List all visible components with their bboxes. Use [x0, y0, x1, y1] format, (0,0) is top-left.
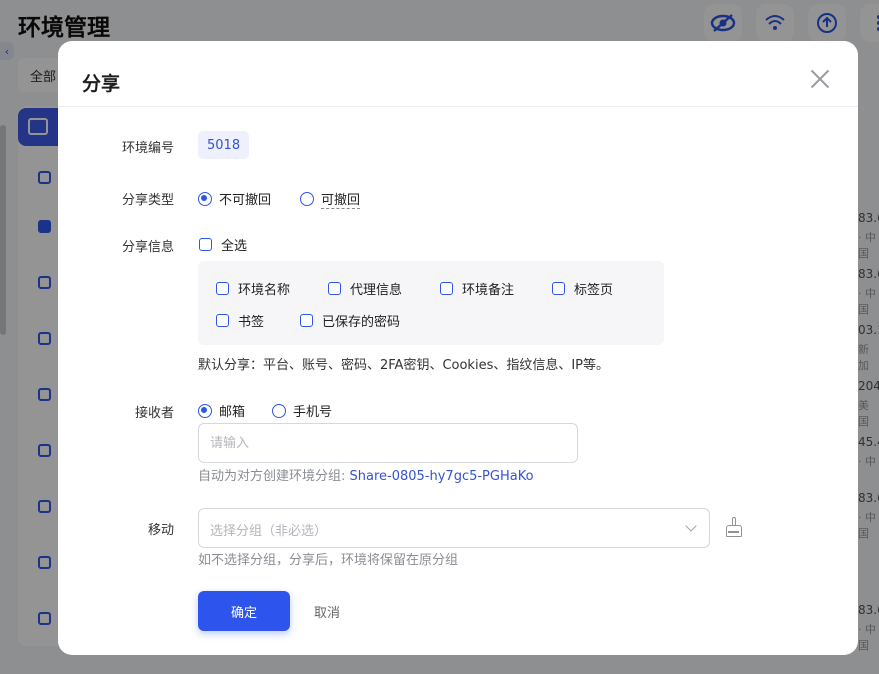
- env-id-label: 环境编号: [121, 141, 174, 156]
- checkbox-icon: [440, 282, 453, 295]
- checkbox-icon: [199, 238, 212, 251]
- radio-unselected-icon: [272, 403, 286, 418]
- env-remark-checkbox[interactable]: 环境备注: [440, 279, 514, 298]
- radio-selected-icon: [198, 403, 212, 418]
- move-hint: 如不选择分组，分享后，环境将保留在原分组: [198, 553, 459, 568]
- radio-label: 不可撤回: [219, 193, 272, 208]
- move-label: 移动: [147, 523, 174, 538]
- checkbox-icon: [328, 282, 341, 295]
- chevron-down-icon: [685, 520, 697, 532]
- group-select-placeholder: 选择分组（非必选）: [210, 524, 328, 539]
- default-share-hint: 默认分享：平台、账号、密码、2FA密钥、Cookies、指纹信息、IP等。: [198, 358, 610, 373]
- select-all-checkbox[interactable]: 全选: [199, 235, 247, 254]
- radio-label: 可撤回: [321, 189, 361, 209]
- close-icon[interactable]: [810, 69, 830, 89]
- radio-selected-icon: [198, 191, 212, 206]
- receiver-input[interactable]: [198, 423, 578, 463]
- checkbox-label: 书签: [238, 315, 265, 330]
- auto-group-name: Share-0805-hy7gc5-PGHaKo: [349, 469, 534, 484]
- radio-unselected-icon: [300, 192, 314, 206]
- env-name-checkbox[interactable]: 环境名称: [216, 279, 290, 298]
- cancel-button[interactable]: 取消: [314, 602, 340, 621]
- confirm-button[interactable]: 确定: [198, 591, 290, 631]
- receiver-phone-radio[interactable]: 手机号: [272, 401, 332, 420]
- env-id-value: 5018: [198, 131, 250, 159]
- share-type-irrevocable-radio[interactable]: 不可撤回: [198, 189, 271, 208]
- dialog-header: 分享: [58, 41, 858, 107]
- share-info-options: [198, 261, 664, 345]
- saved-passwords-checkbox[interactable]: 已保存的密码: [300, 311, 400, 330]
- auto-group-hint: 自动为对方创建环境分组: Share-0805-hy7gc5-PGHaKo: [198, 465, 534, 484]
- checkbox-icon: [216, 282, 229, 295]
- dialog-title: 分享: [82, 73, 121, 95]
- bookmarks-checkbox[interactable]: 书签: [216, 311, 264, 330]
- share-info-label: 分享信息: [121, 240, 174, 255]
- checkbox-icon: [216, 314, 229, 327]
- checkbox-label: 标签页: [574, 283, 614, 298]
- radio-label: 手机号: [293, 405, 333, 420]
- share-type-revocable-radio[interactable]: 可撤回: [300, 189, 361, 209]
- clear-brush-icon[interactable]: [724, 516, 744, 538]
- share-type-label: 分享类型: [121, 193, 174, 208]
- checkbox-label: 已保存的密码: [322, 315, 401, 330]
- share-dialog: 分享 环境编号 5018 分享类型 不可撤回 可撤回 分享信息 全选 环境名称 …: [58, 41, 858, 655]
- proxy-info-checkbox[interactable]: 代理信息: [328, 279, 402, 298]
- radio-label: 邮箱: [219, 405, 246, 420]
- checkbox-label: 环境备注: [462, 283, 515, 298]
- checkbox-label: 代理信息: [350, 283, 403, 298]
- checkbox-icon: [300, 314, 313, 327]
- receiver-label: 接收者: [134, 406, 174, 421]
- receiver-email-radio[interactable]: 邮箱: [198, 401, 245, 420]
- tabs-checkbox[interactable]: 标签页: [552, 279, 613, 298]
- group-select[interactable]: 选择分组（非必选）: [198, 508, 710, 548]
- checkbox-label: 全选: [221, 239, 248, 254]
- auto-group-prefix: 自动为对方创建环境分组:: [198, 469, 350, 484]
- checkbox-label: 环境名称: [238, 283, 291, 298]
- checkbox-icon: [552, 282, 565, 295]
